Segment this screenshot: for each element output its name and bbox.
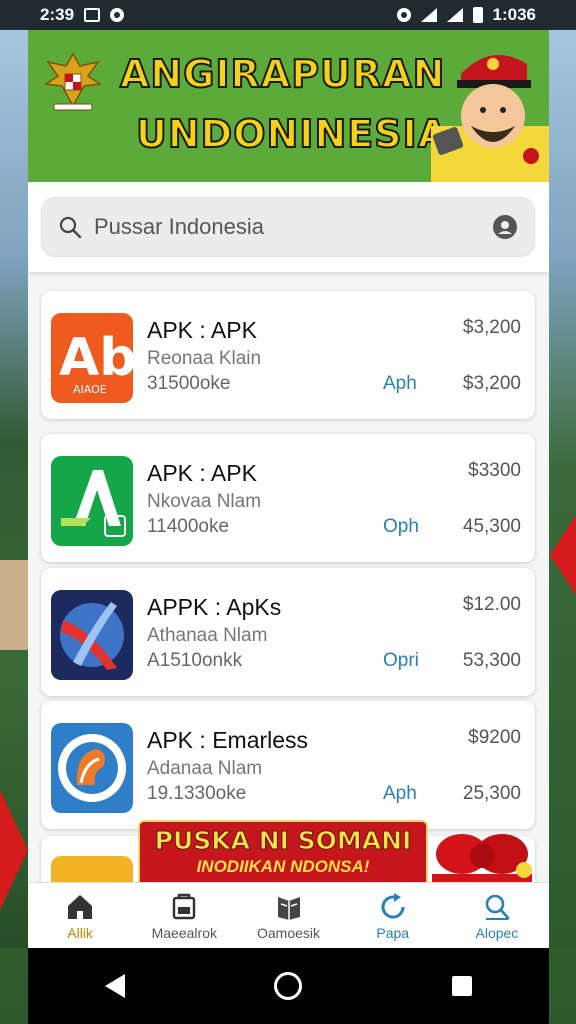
svg-text:Ab: Ab — [59, 328, 133, 388]
battery-level: 1:036 — [492, 5, 536, 24]
soldier-mascot-icon — [431, 55, 549, 182]
app-screen: ANGIRAPURAN UNDONINESIA Pussar Indonesia — [28, 30, 549, 948]
voice-search-icon[interactable] — [492, 214, 518, 240]
background-flag — [0, 790, 28, 910]
back-icon — [104, 974, 125, 998]
svg-text:AIAOE: AIAOE — [73, 383, 107, 396]
app-price: $3,200 — [462, 317, 521, 338]
app-action-link[interactable]: Oph — [383, 516, 419, 538]
app-name: APK : Emarless — [147, 727, 309, 753]
app-downloads: A1510onkk — [147, 650, 243, 671]
promo-title: PUSKA NI SOMANI — [154, 826, 412, 856]
promo-banner[interactable]: PUSKA NI SOMANI INODIIKAN NDONSA! — [138, 820, 428, 888]
home-circle-icon — [274, 972, 303, 1000]
status-time: 2:39 — [40, 5, 75, 24]
app-list-item[interactable]: APPK : ApKs Athanaa Nlam A1510onkk Opri … — [41, 568, 535, 696]
app-price: $9200 — [468, 727, 521, 748]
app-price: $3300 — [468, 460, 521, 481]
app-name: APK : APK — [147, 460, 257, 486]
recents-icon — [452, 976, 473, 996]
recents-button[interactable] — [447, 971, 477, 1001]
app-developer: Athanaa Nlam — [147, 625, 268, 646]
bag-icon — [173, 893, 196, 919]
eagle-logo-icon — [51, 723, 133, 813]
app-price-secondary: 25,300 — [462, 783, 521, 804]
header-banner: ANGIRAPURAN UNDONINESIA — [28, 30, 549, 182]
app-action-link[interactable]: Aph — [383, 783, 417, 805]
home-icon — [68, 894, 93, 919]
app-price-secondary: 53,300 — [462, 650, 521, 671]
search-bar[interactable]: Pussar Indonesia — [41, 197, 535, 257]
app-name: APK : APK — [147, 317, 257, 343]
app-downloads: 31500oke — [147, 373, 231, 394]
background-flag — [550, 515, 576, 595]
status-bar: 2:39 1:036 — [0, 0, 576, 30]
search-icon — [59, 216, 82, 239]
nav-label: Allik — [67, 924, 93, 941]
nav-item-home[interactable]: Allik — [28, 883, 132, 948]
garuda-emblem-icon — [43, 52, 103, 111]
a-logo-icon — [51, 456, 133, 546]
battery-icon — [472, 7, 483, 23]
app-list-item[interactable]: APK : APK Nkovaa Nlam 11400oke Oph $3300… — [41, 434, 535, 562]
bottom-navigation: Allik Maeealrok Oamoesik Papa Alopec — [28, 882, 549, 948]
app-price: $12.00 — [462, 594, 521, 615]
book-icon — [277, 896, 300, 920]
app-price-secondary: 45,300 — [462, 516, 521, 537]
search-icon — [485, 894, 510, 920]
search-input[interactable]: Pussar Indonesia — [94, 214, 492, 240]
record-notification-icon — [110, 8, 125, 22]
nav-item-search[interactable]: Alopec — [445, 883, 549, 948]
app-developer: Nkovaa Nlam — [147, 491, 262, 512]
nav-label: Papa — [376, 924, 410, 941]
signal-icon — [446, 8, 463, 22]
app-name: APPK : ApKs — [147, 594, 282, 620]
banner-title-line2: UNDONINESIA — [135, 111, 449, 157]
back-button[interactable] — [100, 971, 130, 1001]
nav-item-library[interactable]: Oamoesik — [236, 883, 340, 948]
nav-item-store[interactable]: Maeealrok — [132, 883, 236, 948]
app-downloads: 19.1330oke — [147, 783, 247, 804]
alarm-icon — [396, 8, 411, 22]
banner-title-line1: ANGIRAPURAN — [119, 51, 446, 97]
app-developer: Adanaa Nlam — [147, 758, 263, 779]
ab-logo-icon: Ab AIAOE — [51, 313, 133, 403]
wifi-icon — [420, 8, 437, 22]
nav-label: Maeealrok — [151, 924, 217, 941]
app-list-item[interactable]: Ab AIAOE APK : APK Reonaa Klain 31500oke… — [41, 291, 535, 419]
promo-subtitle: INODIIKAN NDONSA! — [196, 857, 370, 876]
nav-label: Oamoesik — [256, 924, 321, 941]
app-action-link[interactable]: Opri — [383, 650, 419, 672]
refresh-icon — [381, 892, 405, 919]
app-downloads: 11400oke — [147, 516, 230, 537]
nav-item-updates[interactable]: Papa — [341, 883, 445, 948]
system-navigation-bar — [28, 948, 549, 1024]
app-action-link[interactable]: Aph — [383, 373, 417, 395]
gift-bow-icon — [432, 834, 532, 890]
background-building — [0, 560, 28, 650]
background-right — [548, 28, 576, 948]
app-price-secondary: $3,200 — [462, 373, 521, 394]
x-logo-icon — [51, 590, 133, 680]
app-developer: Reonaa Klain — [147, 348, 262, 369]
home-button[interactable] — [273, 971, 303, 1001]
app-list-item[interactable]: APK : Emarless Adanaa Nlam 19.1330oke Ap… — [41, 701, 535, 829]
nav-label: Alopec — [475, 924, 519, 941]
search-section: Pussar Indonesia — [28, 182, 549, 272]
image-notification-icon — [84, 8, 101, 22]
